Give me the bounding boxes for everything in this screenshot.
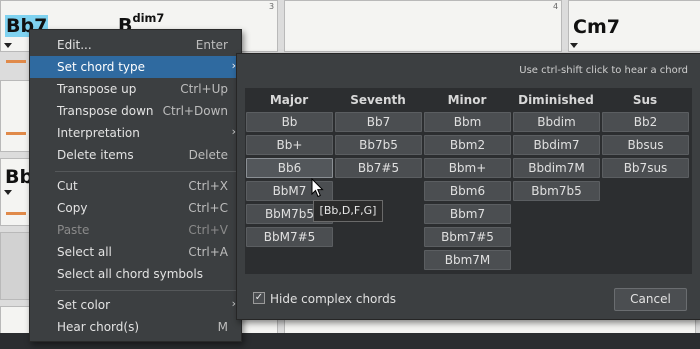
chord-type-button[interactable]: Bb6: [246, 158, 333, 178]
menu-item-label: Edit...: [57, 38, 92, 52]
menu-item-hear-chords[interactable]: Hear chord(s) M: [30, 316, 241, 338]
column-header-seventh: Seventh: [350, 93, 406, 107]
context-menu: Edit... Enter Set chord type › Transpose…: [29, 29, 242, 342]
chord-marker-icon: [4, 43, 12, 48]
menu-item-label: Interpretation: [57, 126, 140, 140]
chord-type-button[interactable]: Bb: [246, 112, 333, 132]
menu-item-set-color[interactable]: Set color ›: [30, 294, 241, 316]
mouse-cursor-icon: [311, 178, 324, 198]
chord-type-button[interactable]: Bbm+: [424, 158, 511, 178]
menu-item-shortcut: Ctrl+X: [188, 179, 228, 193]
menu-item-shortcut: Delete: [188, 148, 228, 162]
menu-item-interpretation[interactable]: Interpretation ›: [30, 122, 241, 144]
menu-item-transpose-up[interactable]: Transpose up Ctrl+Up: [30, 78, 241, 100]
playback-marker: [6, 60, 26, 63]
menu-item-shortcut: Ctrl+A: [188, 245, 228, 259]
menu-item-select-all-chord-symbols[interactable]: Select all chord symbols: [30, 263, 241, 285]
menu-item-label: Copy: [57, 201, 88, 215]
chord-type-button[interactable]: Bbm7: [424, 204, 511, 224]
chord-type-button[interactable]: Bbm6: [424, 181, 511, 201]
menu-item-cut[interactable]: Cut Ctrl+X: [30, 175, 241, 197]
menu-item-select-all[interactable]: Select all Ctrl+A: [30, 241, 241, 263]
chord-type-button[interactable]: Bbm7#5: [424, 227, 511, 247]
chord-quality: dim7: [132, 10, 165, 25]
bar-number: 3: [269, 2, 275, 11]
menu-item-label: Transpose up: [57, 82, 137, 96]
chord-type-button[interactable]: Bbsus: [602, 135, 689, 155]
menu-item-label: Select all: [57, 245, 112, 259]
menu-item-label: Cut: [57, 179, 78, 193]
chord-type-button[interactable]: Bbm2: [424, 135, 511, 155]
menu-item-shortcut: Enter: [195, 38, 228, 52]
column-header-sus: Sus: [632, 93, 658, 107]
chord-type-button[interactable]: Bb+: [246, 135, 333, 155]
chord-notes-tooltip: [Bb,D,F,G]: [313, 200, 383, 222]
menu-separator: [55, 171, 238, 172]
chord-type-button[interactable]: Bb7b5: [335, 135, 422, 155]
chord-type-button[interactable]: Bb7sus: [602, 158, 689, 178]
menu-item-edit[interactable]: Edit... Enter: [30, 34, 241, 56]
menu-separator: [55, 290, 238, 291]
menu-item-label: Transpose down: [57, 104, 154, 118]
menu-item-label: Set chord type: [57, 60, 146, 74]
menu-item-label: Delete items: [57, 148, 134, 162]
bar-18[interactable]: [284, 318, 696, 334]
menu-item-shortcut: M: [217, 320, 228, 334]
chord-type-button[interactable]: Bbm7M: [424, 250, 511, 270]
chord-type-button[interactable]: Bbdim: [513, 112, 600, 132]
bar-2[interactable]: [284, 0, 562, 52]
chord-type-button[interactable]: BbM7#5: [246, 227, 333, 247]
chord-type-button[interactable]: Bb7#5: [335, 158, 422, 178]
playback-marker: [6, 132, 26, 135]
menu-item-label: Paste: [57, 223, 90, 237]
chord-symbol[interactable]: Cm7: [573, 16, 620, 38]
menu-item-label: Hear chord(s): [57, 320, 140, 334]
chord-type-button[interactable]: Bbdim7M: [513, 158, 600, 178]
bar-number: 4: [553, 2, 559, 11]
chord-marker-icon: [4, 190, 12, 195]
column-header-minor: Minor: [447, 93, 487, 107]
hide-complex-chords-label[interactable]: Hide complex chords: [270, 292, 396, 306]
playback-marker: [6, 212, 26, 215]
chord-type-button[interactable]: Bb2: [602, 112, 689, 132]
chord-type-button[interactable]: Bbm7b5: [513, 181, 600, 201]
menu-item-label: Select all chord symbols: [57, 267, 203, 281]
menu-item-delete-items[interactable]: Delete items Delete: [30, 144, 241, 166]
chord-type-button[interactable]: Bb7: [335, 112, 422, 132]
chord-marker-icon: [570, 43, 578, 48]
column-header-diminished: Diminished: [518, 93, 594, 107]
menu-item-copy[interactable]: Copy Ctrl+C: [30, 197, 241, 219]
chord-type-button[interactable]: Bbdim7: [513, 135, 600, 155]
menu-item-shortcut: Ctrl+V: [188, 223, 228, 237]
chord-type-button[interactable]: Bbm: [424, 112, 511, 132]
chord-type-panel: Use ctrl-shift click to hear a chord Maj…: [236, 53, 700, 320]
menu-item-label: Set color: [57, 298, 111, 312]
column-header-major: Major: [269, 93, 309, 107]
cancel-button[interactable]: Cancel: [614, 288, 687, 311]
menu-item-paste[interactable]: Paste Ctrl+V: [30, 219, 241, 241]
hide-complex-chords-checkbox[interactable]: ✓: [253, 292, 265, 304]
menu-item-set-chord-type[interactable]: Set chord type ›: [30, 56, 241, 78]
menu-item-shortcut: Ctrl+Up: [180, 82, 228, 96]
menu-item-transpose-down[interactable]: Transpose down Ctrl+Down: [30, 100, 241, 122]
hint-text: Use ctrl-shift click to hear a chord: [519, 65, 688, 76]
menu-item-shortcut: Ctrl+C: [188, 201, 228, 215]
menu-item-shortcut: Ctrl+Down: [162, 104, 228, 118]
